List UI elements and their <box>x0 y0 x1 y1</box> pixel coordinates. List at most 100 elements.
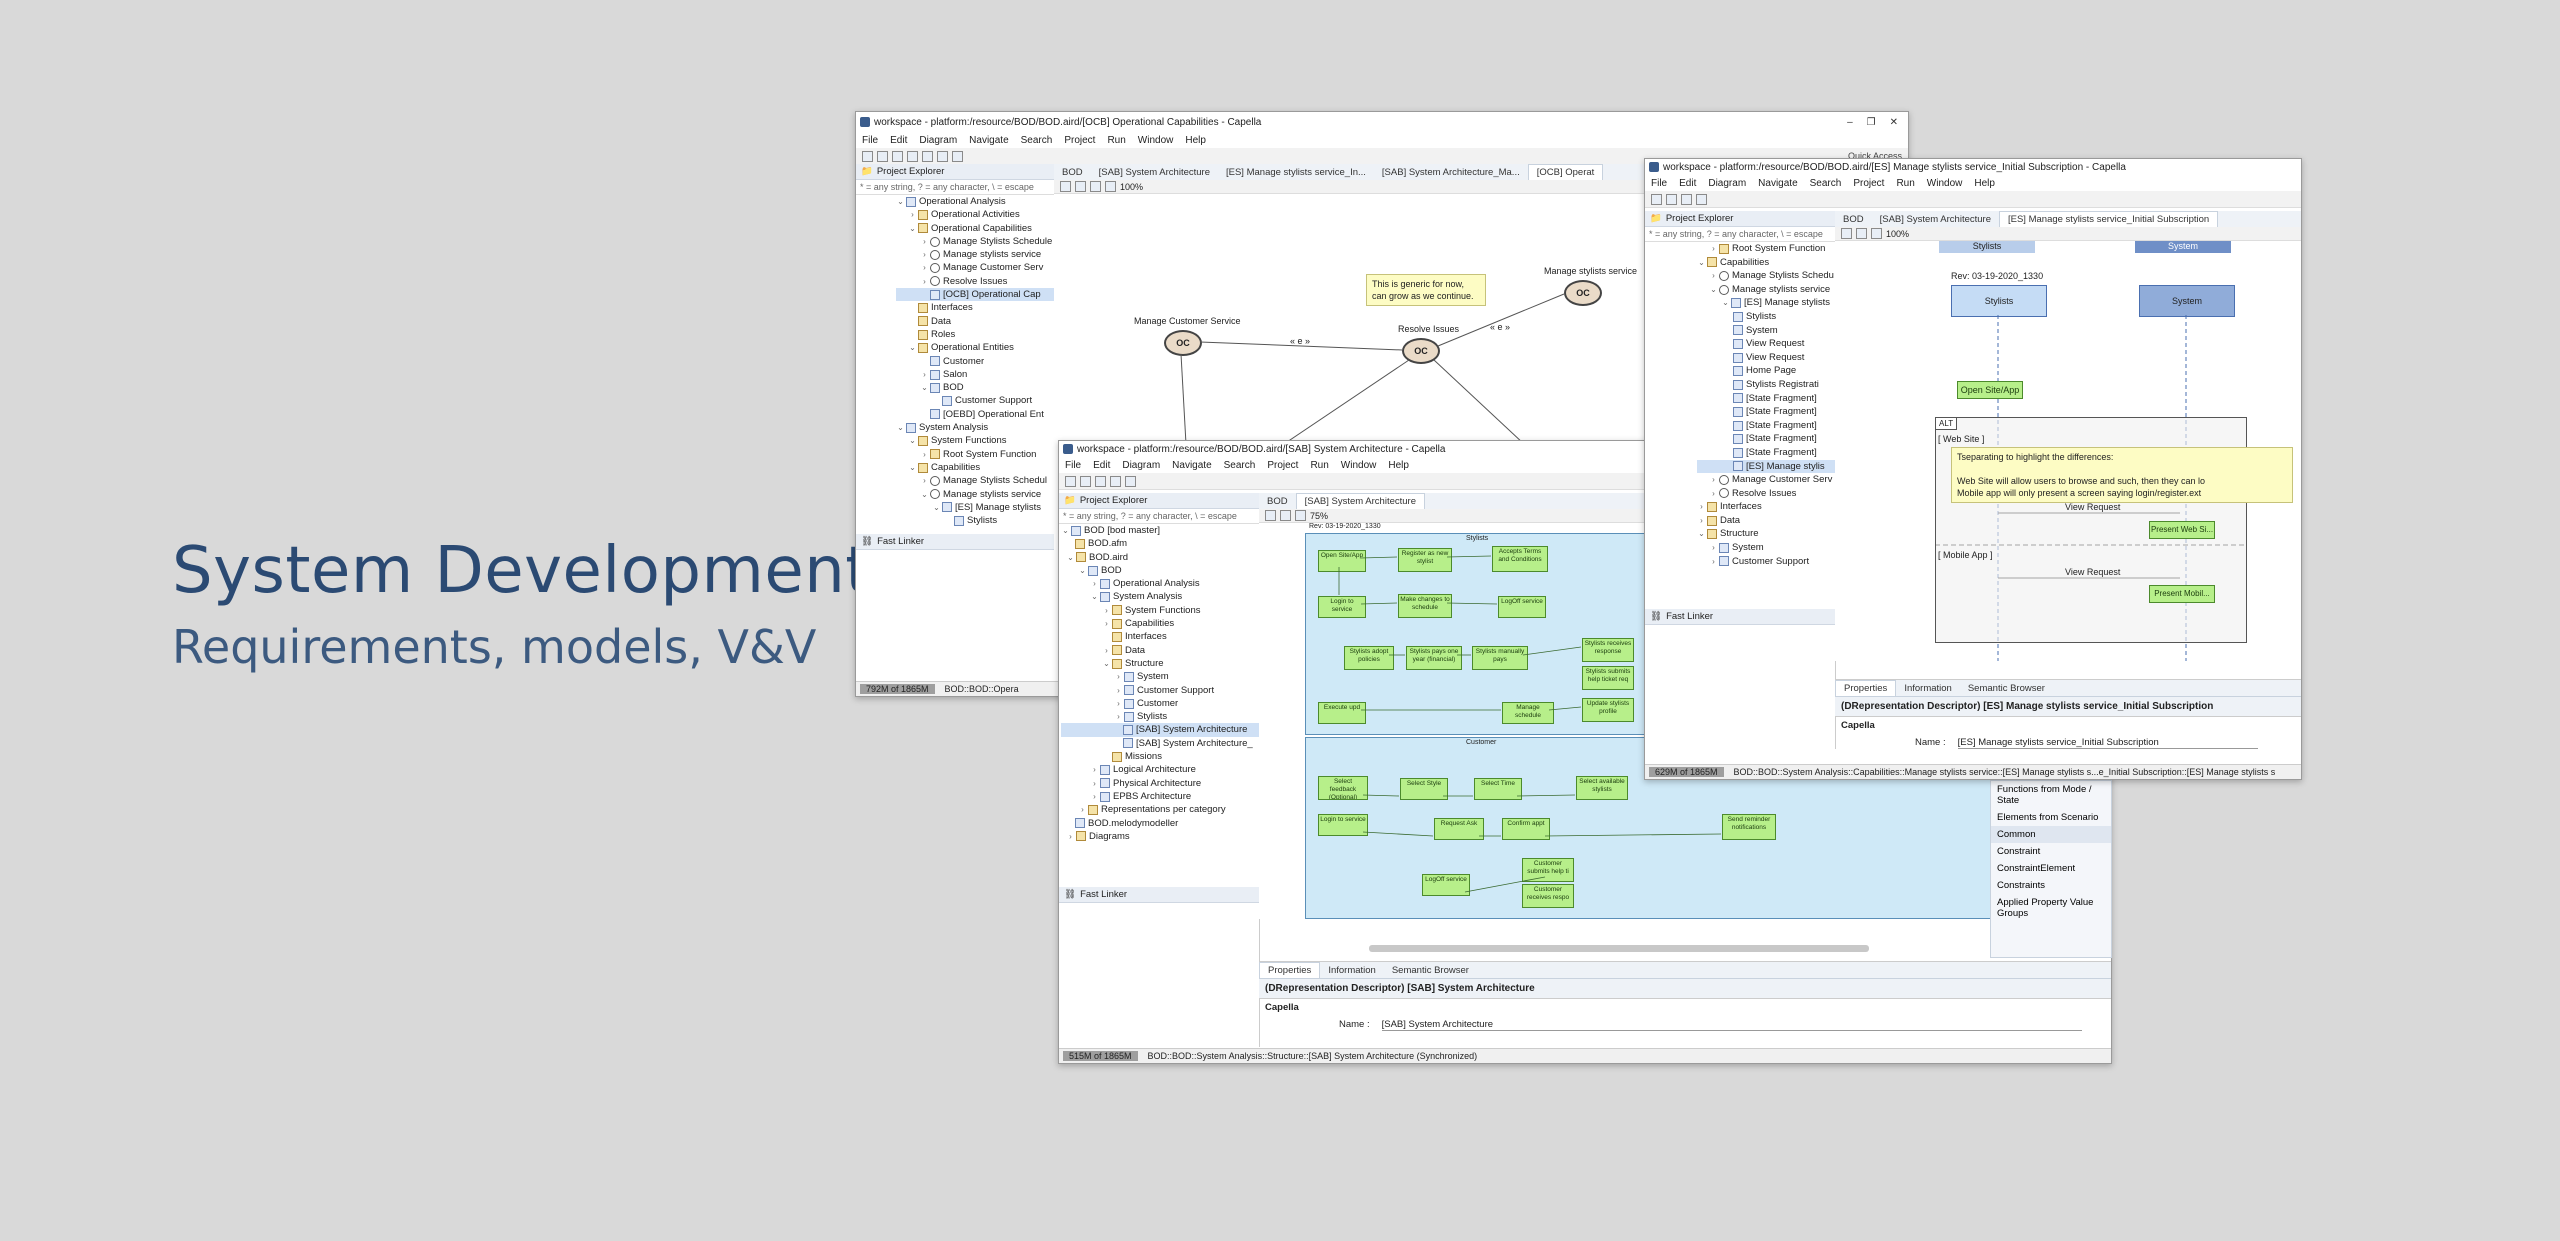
zoom-level[interactable]: 100% <box>1886 229 1909 239</box>
tree-item[interactable]: › Root System Function <box>1697 242 1835 256</box>
palette-tool[interactable]: ConstraintElement <box>1991 860 2111 877</box>
tab-bod[interactable]: BOD <box>1259 494 1296 509</box>
save-icon[interactable] <box>1666 193 1677 205</box>
maximize-icon[interactable]: ❐ <box>1867 117 1876 128</box>
new-icon[interactable] <box>1065 475 1076 487</box>
minimize-icon[interactable]: – <box>1847 117 1853 128</box>
tree-item[interactable]: Roles <box>896 328 1054 341</box>
tab-es[interactable]: [ES] Manage stylists service_Initial Sub… <box>1999 211 2219 227</box>
message-view-request[interactable]: View Request <box>2065 567 2120 577</box>
tree-item[interactable]: › System <box>1061 670 1259 683</box>
undo-icon[interactable] <box>1110 475 1121 487</box>
function-present-web[interactable]: Present Web Si... <box>2149 521 2215 539</box>
menu-search[interactable]: Search <box>1021 135 1053 146</box>
tab-sab[interactable]: [SAB] System Architecture <box>1295 493 1425 509</box>
tree-item[interactable]: ⌄ Manage stylists service <box>1697 283 1835 297</box>
tree-item[interactable]: BOD.afm <box>1061 537 1259 550</box>
tree-item[interactable]: BOD.melodymodeller <box>1061 817 1259 830</box>
tree-item[interactable]: › Logical Architecture <box>1061 763 1259 776</box>
tree-item[interactable]: › Customer <box>1061 697 1259 710</box>
menu-diagram[interactable]: Diagram <box>1122 460 1160 471</box>
tab-properties[interactable]: Properties <box>1835 680 1897 696</box>
tab-information[interactable]: Information <box>1896 681 1960 696</box>
tree-item[interactable]: › EPBS Architecture <box>1061 790 1259 803</box>
tab-es[interactable]: [ES] Manage stylists service_In... <box>1218 165 1374 180</box>
menu-help[interactable]: Help <box>1974 178 1995 189</box>
menu-search[interactable]: Search <box>1224 460 1256 471</box>
message-view-request[interactable]: View Request <box>2065 502 2120 512</box>
tree-item[interactable]: [SAB] System Architecture_ <box>1061 737 1259 750</box>
menu-run[interactable]: Run <box>1896 178 1914 189</box>
menu-navigate[interactable]: Navigate <box>969 135 1008 146</box>
horizontal-scrollbar[interactable] <box>1369 945 1869 952</box>
tree-item[interactable]: [State Fragment] <box>1697 405 1835 419</box>
tree-item[interactable]: › Customer Support <box>1697 555 1835 569</box>
tree-item[interactable]: ⌄ [ES] Manage stylists <box>1697 296 1835 310</box>
save-icon[interactable] <box>1080 475 1091 487</box>
tree-item[interactable]: ⌄ Manage stylists service <box>896 488 1054 501</box>
menu-help[interactable]: Help <box>1388 460 1409 471</box>
menu-edit[interactable]: Edit <box>890 135 907 146</box>
tree-item[interactable]: › Physical Architecture <box>1061 777 1259 790</box>
menu-window[interactable]: Window <box>1927 178 1963 189</box>
tree-item[interactable]: ⌄ System Functions <box>896 434 1054 447</box>
tree-item[interactable]: ⌄ Operational Analysis <box>896 195 1054 208</box>
tree-item-selected[interactable]: [OCB] Operational Cap <box>896 288 1054 302</box>
tree-item[interactable]: › Representations per category <box>1061 803 1259 816</box>
menu-file[interactable]: File <box>862 135 878 146</box>
tab-sab[interactable]: [SAB] System Architecture <box>1091 165 1218 180</box>
tab-information[interactable]: Information <box>1320 963 1384 978</box>
tree-item[interactable]: ⌄ Structure <box>1697 527 1835 541</box>
filter-icon[interactable] <box>1105 181 1116 192</box>
menu-edit[interactable]: Edit <box>1093 460 1110 471</box>
save-all-icon[interactable] <box>892 150 903 162</box>
tree-item[interactable]: [State Fragment] <box>1697 392 1835 406</box>
tree-item[interactable]: ⌄ BOD <box>896 381 1054 394</box>
menu-file[interactable]: File <box>1651 178 1667 189</box>
tree-item[interactable]: › Root System Function <box>896 448 1054 461</box>
tree-item[interactable]: System <box>1697 324 1835 338</box>
select-tool-icon[interactable] <box>1265 510 1276 521</box>
tab-semantic-browser[interactable]: Semantic Browser <box>1384 963 1477 978</box>
tree-item[interactable]: › Data <box>1061 644 1259 657</box>
layout-icon[interactable] <box>1090 181 1101 192</box>
heap-status[interactable]: 515M of 1865M <box>1063 1051 1138 1061</box>
name-field[interactable]: [SAB] System Architecture <box>1381 1019 2082 1031</box>
tree-item[interactable]: Home Page <box>1697 364 1835 378</box>
tree-item[interactable]: › Manage Customer Serv <box>1697 473 1835 487</box>
back-icon[interactable] <box>937 150 948 162</box>
menu-project[interactable]: Project <box>1853 178 1884 189</box>
tree-item[interactable]: Stylists Registrati <box>1697 378 1835 392</box>
menu-search[interactable]: Search <box>1810 178 1842 189</box>
menu-file[interactable]: File <box>1065 460 1081 471</box>
menu-run[interactable]: Run <box>1310 460 1328 471</box>
tab-semantic-browser[interactable]: Semantic Browser <box>1960 681 2053 696</box>
tree-item[interactable]: Interfaces <box>1061 630 1259 643</box>
tree-item[interactable]: › Manage Stylists Schedul <box>896 474 1054 487</box>
tree-item[interactable]: [OEBD] Operational Ent <box>896 408 1054 421</box>
tree-item[interactable]: › Interfaces <box>1697 500 1835 514</box>
undo-icon[interactable] <box>1681 193 1692 205</box>
palette-tool[interactable]: Elements from Scenario <box>1991 809 2111 826</box>
new-icon[interactable] <box>1651 193 1662 205</box>
tree-item[interactable]: ⌄ [ES] Manage stylists <box>896 501 1054 514</box>
tree-item[interactable]: › Manage Stylists Schedule <box>896 235 1054 248</box>
layout-icon[interactable] <box>1295 510 1306 521</box>
tree-item[interactable]: [State Fragment] <box>1697 446 1835 460</box>
menu-project[interactable]: Project <box>1267 460 1298 471</box>
tree-item[interactable]: Missions <box>1061 750 1259 763</box>
menu-navigate[interactable]: Navigate <box>1758 178 1797 189</box>
tree-item[interactable]: › System Functions <box>1061 604 1259 617</box>
redo-icon[interactable] <box>1125 475 1136 487</box>
tree-item[interactable]: › Manage stylists service <box>896 248 1054 261</box>
tree-item[interactable]: Customer Support <box>896 394 1054 407</box>
tree-item-selected[interactable]: [SAB] System Architecture <box>1061 723 1259 737</box>
new-icon[interactable] <box>862 150 873 162</box>
refresh-icon[interactable] <box>1280 510 1291 521</box>
tab-sab-ma[interactable]: [SAB] System Architecture_Ma... <box>1374 165 1528 180</box>
palette-section-common[interactable]: Common <box>1991 826 2111 843</box>
palette-tool[interactable]: Applied Property Value Groups <box>1991 894 2111 922</box>
name-field[interactable]: [ES] Manage stylists service_Initial Sub… <box>1957 737 2258 749</box>
tree-item[interactable]: › Operational Activities <box>896 208 1054 221</box>
tree-item[interactable]: › Capabilities <box>1061 617 1259 630</box>
